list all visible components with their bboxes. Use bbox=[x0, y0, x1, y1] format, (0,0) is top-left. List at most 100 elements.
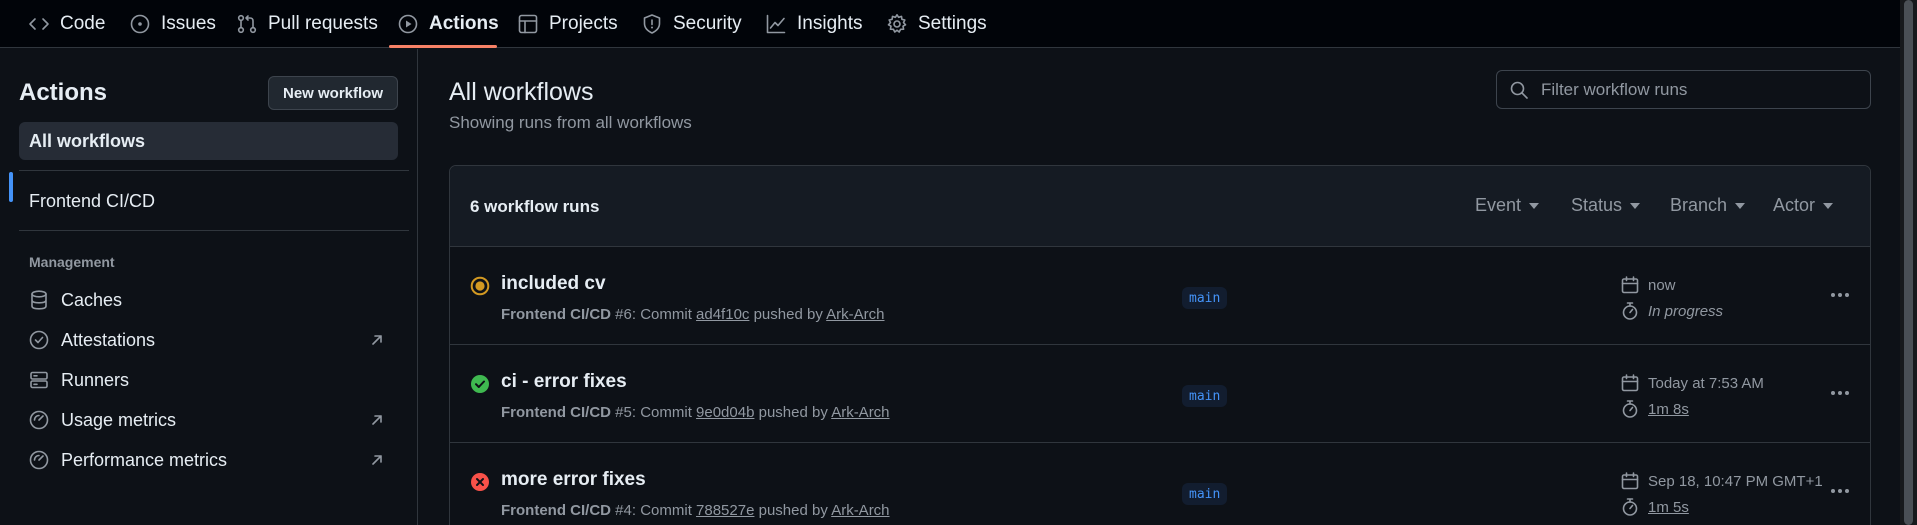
kebab-horizontal-icon[interactable] bbox=[1827, 282, 1853, 308]
pushed-by-text: pushed by bbox=[753, 306, 823, 323]
sidebar-item-label: All workflows bbox=[29, 130, 146, 151]
event-filter-dropdown[interactable]: Event bbox=[1475, 195, 1540, 216]
caret-down-icon bbox=[1735, 202, 1746, 209]
sidebar-item-frontend-ci-cd[interactable]: Frontend CI/CD bbox=[19, 182, 398, 220]
workflow-name: Frontend CI/CD bbox=[501, 404, 611, 421]
run-label: #5: Commit bbox=[615, 404, 692, 421]
dropdown-label: Status bbox=[1571, 195, 1623, 215]
page-title: All workflows bbox=[449, 78, 594, 106]
run-label: #4: Commit bbox=[615, 502, 692, 519]
sidebar-item-attestations[interactable]: Attestations bbox=[19, 322, 398, 358]
kebab-horizontal-icon[interactable] bbox=[1827, 380, 1853, 406]
run-when: Today at 7:53 AM bbox=[1648, 374, 1764, 392]
branch-label[interactable]: main bbox=[1182, 483, 1228, 505]
run-duration: 1m 5s bbox=[1620, 497, 1689, 517]
tab-insights[interactable]: Insights bbox=[765, 0, 862, 48]
calendar-icon bbox=[1620, 471, 1640, 491]
run-meta: Frontend CI/CD #6: Commit ad4f10c pushed… bbox=[501, 306, 885, 323]
run-duration: 1m 8s bbox=[1620, 399, 1689, 419]
filter-workflow-runs[interactable] bbox=[1496, 70, 1871, 109]
dropdown-label: Branch bbox=[1670, 195, 1728, 215]
status-filter-dropdown[interactable]: Status bbox=[1571, 195, 1641, 216]
sidebar-item-runners[interactable]: Runners bbox=[19, 362, 398, 398]
run-date: Today at 7:53 AM bbox=[1620, 373, 1764, 393]
commit-link[interactable]: 9e0d04b bbox=[696, 404, 754, 421]
pushed-by-text: pushed by bbox=[758, 404, 828, 421]
workflow-run-row[interactable]: ci - error fixes Frontend CI/CD #5: Comm… bbox=[450, 346, 1870, 443]
sidebar-item-caches[interactable]: Caches bbox=[19, 282, 398, 318]
page-subtitle: Showing runs from all workflows bbox=[449, 113, 692, 132]
x-circle-fill-icon bbox=[470, 472, 490, 492]
sidebar-title: Actions bbox=[19, 79, 108, 106]
branch-filter-dropdown[interactable]: Branch bbox=[1670, 195, 1746, 216]
stopwatch-icon bbox=[1620, 399, 1640, 419]
code-icon bbox=[28, 13, 50, 35]
tab-label: Issues bbox=[161, 13, 216, 34]
calendar-icon bbox=[1620, 373, 1640, 393]
run-duration: In progress bbox=[1620, 301, 1723, 321]
workflow-runs-panel: 6 workflow runs Event Status Branch Acto… bbox=[449, 165, 1871, 525]
workflow-run-row[interactable]: more error fixes Frontend CI/CD #4: Comm… bbox=[450, 444, 1870, 525]
check-circle-fill-icon bbox=[470, 374, 490, 394]
kebab-horizontal-icon[interactable] bbox=[1827, 478, 1853, 504]
tab-projects[interactable]: Projects bbox=[517, 0, 618, 48]
tab-label: Security bbox=[673, 13, 742, 34]
play-icon bbox=[397, 13, 419, 35]
actions-sidebar: Actions New workflow All workflows Front… bbox=[0, 49, 418, 525]
run-meta: Frontend CI/CD #4: Commit 788527e pushed… bbox=[501, 502, 890, 519]
author-link[interactable]: Ark-Arch bbox=[831, 502, 889, 519]
branch-label[interactable]: main bbox=[1182, 385, 1228, 407]
run-title[interactable]: more error fixes bbox=[501, 469, 646, 491]
sidebar-item-usage-metrics[interactable]: Usage metrics bbox=[19, 402, 398, 438]
new-workflow-button[interactable]: New workflow bbox=[268, 76, 398, 110]
tab-issues[interactable]: Issues bbox=[129, 0, 216, 48]
commit-link[interactable]: ad4f10c bbox=[696, 306, 749, 323]
meter-icon bbox=[28, 409, 50, 431]
search-icon bbox=[1509, 80, 1529, 100]
link-external-icon bbox=[370, 333, 384, 347]
link-external-icon bbox=[370, 453, 384, 467]
run-date: now bbox=[1620, 275, 1676, 295]
stopwatch-icon bbox=[1620, 497, 1640, 517]
tab-label: Pull requests bbox=[268, 13, 378, 34]
sidebar-item-all-workflows[interactable]: All workflows bbox=[19, 122, 398, 160]
scrollbar-thumb[interactable] bbox=[1904, 0, 1913, 525]
stopwatch-icon bbox=[1620, 301, 1640, 321]
graph-icon bbox=[765, 13, 787, 35]
author-link[interactable]: Ark-Arch bbox=[826, 306, 884, 323]
vertical-scrollbar[interactable] bbox=[1900, 0, 1917, 525]
author-link[interactable]: Ark-Arch bbox=[831, 404, 889, 421]
tab-pull-requests[interactable]: Pull requests bbox=[236, 0, 378, 48]
dropdown-label: Event bbox=[1475, 195, 1522, 215]
selected-indicator bbox=[9, 172, 13, 202]
tab-code[interactable]: Code bbox=[28, 0, 105, 48]
run-title[interactable]: included cv bbox=[501, 273, 606, 295]
gear-icon bbox=[886, 13, 908, 35]
branch-label[interactable]: main bbox=[1182, 287, 1228, 309]
tab-settings[interactable]: Settings bbox=[886, 0, 987, 48]
workflow-run-row[interactable]: included cv Frontend CI/CD #6: Commit ad… bbox=[450, 248, 1870, 345]
calendar-icon bbox=[1620, 275, 1640, 295]
repo-nav: Code Issues Pull requests Actions Projec… bbox=[0, 0, 1900, 48]
runs-count: 6 workflow runs bbox=[470, 197, 600, 216]
commit-link[interactable]: 788527e bbox=[696, 502, 754, 519]
tab-label: Actions bbox=[429, 13, 499, 34]
actor-filter-dropdown[interactable]: Actor bbox=[1773, 195, 1834, 216]
issue-opened-icon bbox=[129, 13, 151, 35]
run-duration-text[interactable]: 1m 8s bbox=[1648, 401, 1689, 418]
divider bbox=[19, 230, 409, 231]
run-duration-text[interactable]: 1m 5s bbox=[1648, 499, 1689, 516]
verified-icon bbox=[28, 329, 50, 351]
table-icon bbox=[517, 13, 539, 35]
management-heading: Management bbox=[29, 254, 115, 270]
filter-input[interactable] bbox=[1541, 79, 1861, 100]
runs-header: 6 workflow runs Event Status Branch Acto… bbox=[450, 166, 1870, 247]
sidebar-item-label: Runners bbox=[61, 369, 130, 390]
caret-down-icon bbox=[1630, 202, 1641, 209]
run-title[interactable]: ci - error fixes bbox=[501, 371, 627, 393]
tab-security[interactable]: Security bbox=[641, 0, 742, 48]
tab-label: Projects bbox=[549, 13, 618, 34]
sidebar-item-performance-metrics[interactable]: Performance metrics bbox=[19, 442, 398, 478]
tab-actions[interactable]: Actions bbox=[397, 0, 499, 48]
run-when: Sep 18, 10:47 PM GMT+1 bbox=[1648, 472, 1823, 490]
